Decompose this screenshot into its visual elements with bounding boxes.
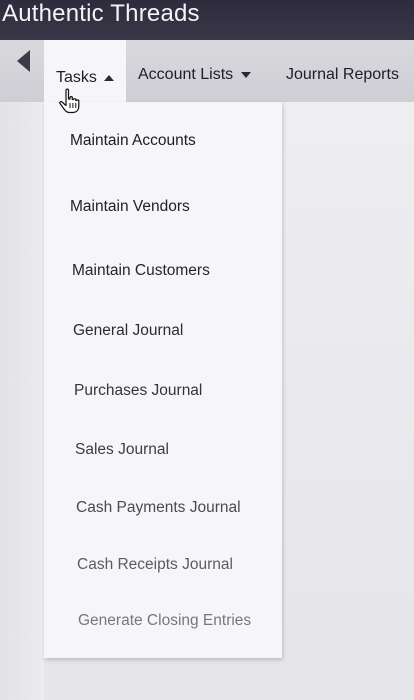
nav-tasks-menu[interactable]: Tasks bbox=[44, 40, 126, 102]
menu-item-purchases-journal[interactable]: Purchases Journal bbox=[74, 382, 202, 400]
menu-item-maintain-customers[interactable]: Maintain Customers bbox=[72, 262, 210, 280]
nav-journal-reports-menu[interactable]: Journal Reports bbox=[286, 66, 399, 84]
nav-account-lists-menu[interactable]: Account Lists bbox=[138, 66, 252, 84]
tasks-dropdown-menu: Maintain Accounts Maintain Vendors Maint… bbox=[44, 102, 282, 658]
menu-item-cash-payments-journal[interactable]: Cash Payments Journal bbox=[76, 499, 241, 517]
menu-item-sales-journal[interactable]: Sales Journal bbox=[75, 441, 169, 459]
caret-down-icon bbox=[241, 72, 252, 78]
back-arrow-icon bbox=[16, 50, 30, 72]
title-bar: Authentic Threads bbox=[0, 0, 414, 40]
back-button[interactable] bbox=[0, 40, 40, 102]
menu-item-general-journal[interactable]: General Journal bbox=[73, 322, 183, 340]
menu-item-maintain-vendors[interactable]: Maintain Vendors bbox=[70, 198, 190, 216]
hand-pointer-icon bbox=[59, 88, 80, 114]
nav-journal-reports-label: Journal Reports bbox=[286, 66, 399, 83]
menu-item-cash-receipts-journal[interactable]: Cash Receipts Journal bbox=[77, 556, 233, 574]
menu-item-maintain-accounts[interactable]: Maintain Accounts bbox=[70, 132, 196, 150]
left-margin bbox=[0, 102, 44, 700]
app-title: Authentic Threads bbox=[2, 0, 200, 27]
nav-account-lists-label: Account Lists bbox=[138, 66, 234, 83]
caret-up-icon bbox=[103, 75, 114, 81]
menu-item-generate-closing-entries[interactable]: Generate Closing Entries bbox=[78, 612, 251, 630]
nav-tasks-label: Tasks bbox=[56, 69, 97, 86]
